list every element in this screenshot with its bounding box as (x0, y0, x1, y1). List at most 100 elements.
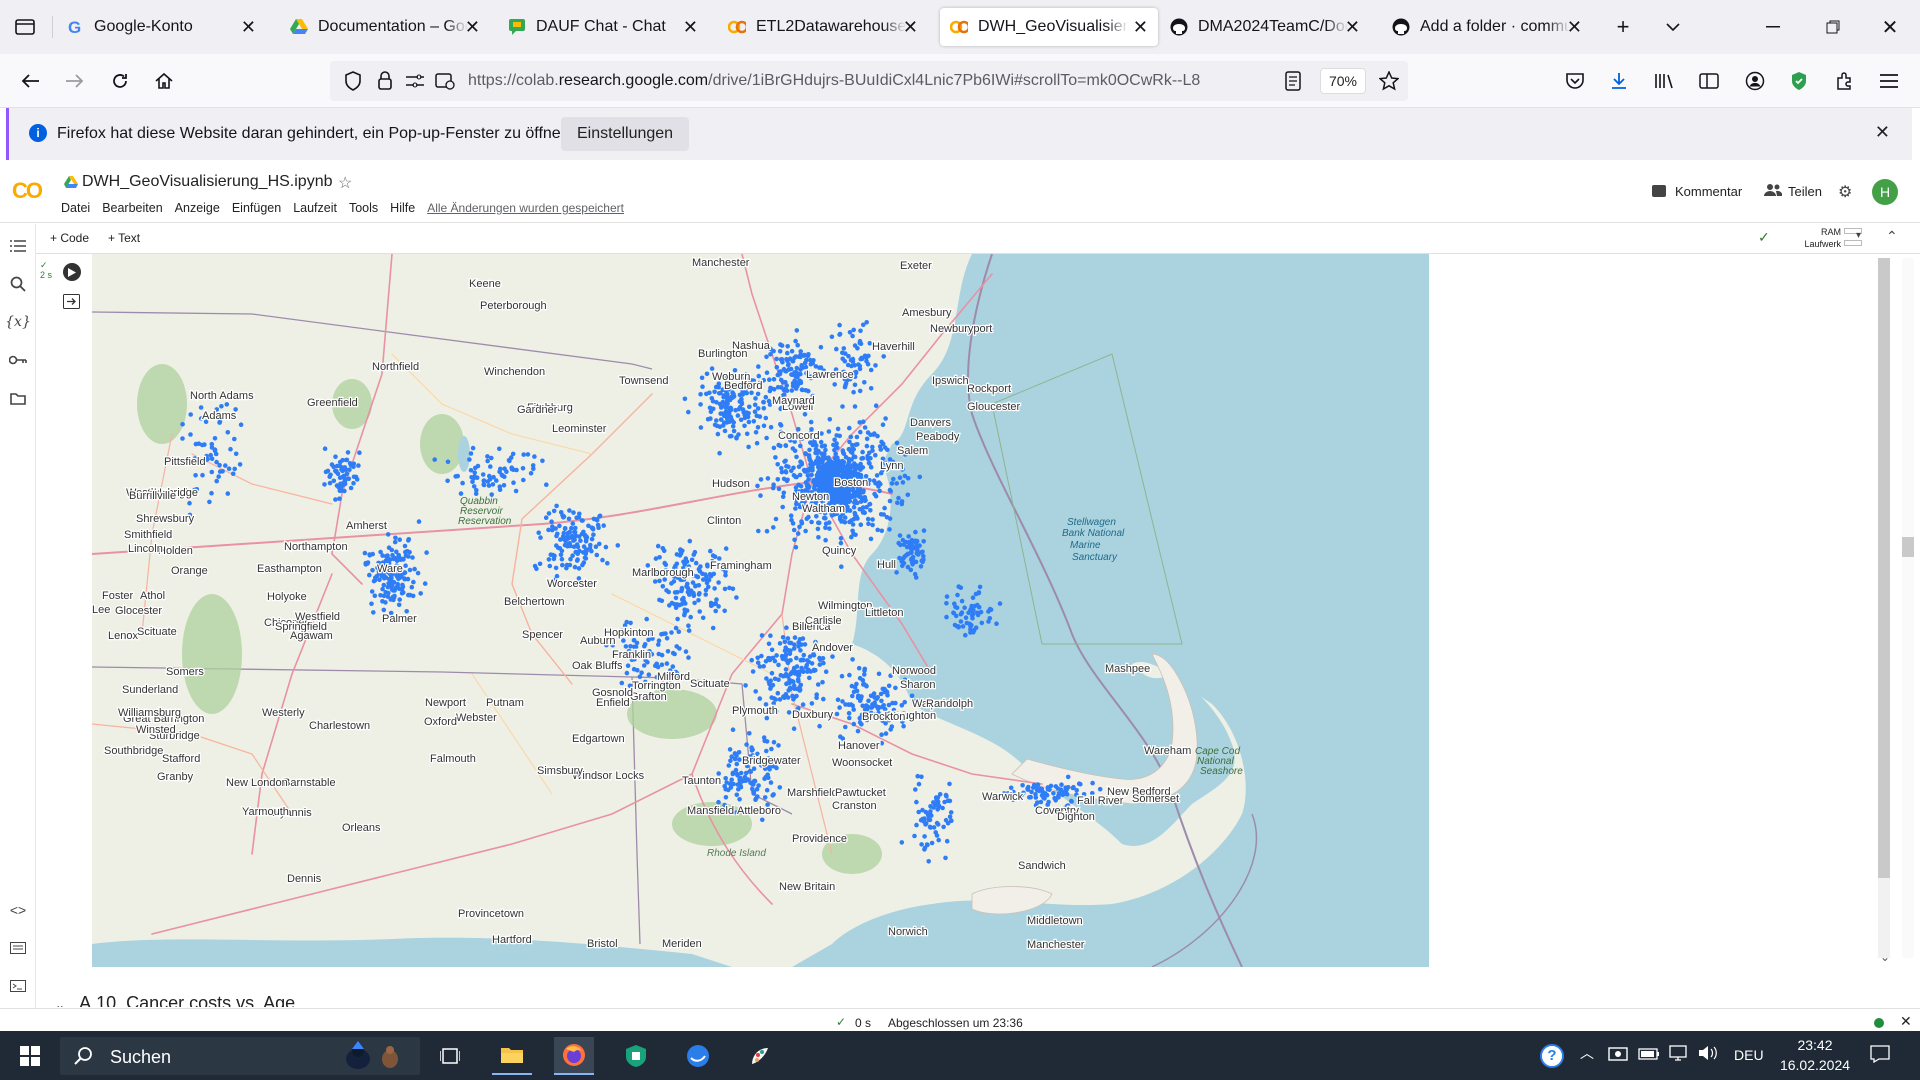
menu-anzeige[interactable]: Anzeige (175, 201, 220, 215)
data-point (746, 419, 752, 425)
download-icon[interactable] (1606, 68, 1632, 94)
account-icon[interactable] (1742, 68, 1768, 94)
minimize-window-icon[interactable] (1760, 14, 1786, 40)
permissions-icon[interactable] (402, 68, 428, 94)
close-tab-icon[interactable]: ✕ (241, 17, 256, 38)
forward-arrow-icon[interactable] (62, 68, 88, 94)
colab-logo[interactable]: CO (12, 178, 43, 204)
browser-tab[interactable]: DMA2024TeamC/Doc ✕ (1160, 8, 1370, 46)
shield-icon[interactable] (340, 68, 366, 94)
output-options-icon[interactable] (63, 294, 80, 312)
scroll-down-chevron-icon[interactable]: ⌄ (1880, 950, 1890, 964)
scrollbar-thumb[interactable] (1878, 258, 1890, 878)
volume-icon[interactable] (1698, 1045, 1718, 1064)
notebook-filename[interactable]: DWH_GeoVisualisierung_HS.ipynb (82, 173, 333, 191)
variables-icon[interactable]: {x} (5, 310, 31, 334)
run-cell-button[interactable] (63, 263, 81, 281)
saved-status-link[interactable]: Alle Änderungen wurden gespeichert (427, 201, 624, 215)
share-button[interactable]: Teilen (1788, 184, 1822, 199)
taskbar-search-box[interactable]: Suchen (60, 1037, 420, 1075)
browser-tab[interactable]: DWH_GeoVisualisierun ✕ (940, 8, 1158, 46)
reload-icon[interactable] (107, 68, 133, 94)
data-point (372, 593, 378, 599)
collapse-chevron-icon[interactable]: ⌃ (1886, 228, 1898, 245)
back-arrow-icon[interactable] (17, 68, 43, 94)
shield-app-icon[interactable] (616, 1037, 656, 1075)
browser-tab[interactable]: DAUF Chat - Chat ✕ (498, 8, 708, 46)
home-icon[interactable] (151, 68, 177, 94)
menu-einfuegen[interactable]: Einfügen (232, 201, 281, 215)
section-collapse-chevron-icon[interactable]: ⌄ (55, 998, 65, 1007)
close-tab-icon[interactable]: ✕ (683, 17, 698, 38)
resource-labels[interactable]: RAM Laufwerk (1796, 226, 1841, 250)
browser-tab[interactable]: ETL2Datawarehouse_N✕ (718, 8, 928, 46)
next-section-heading[interactable]: ⌄ A.10. Cancer costs vs. Age (55, 993, 295, 1007)
close-status-icon[interactable]: ✕ (1900, 1013, 1912, 1030)
restore-window-icon[interactable] (1820, 14, 1846, 40)
close-tab-icon[interactable]: ✕ (1567, 17, 1582, 38)
menu-datei[interactable]: Datei (61, 201, 90, 215)
close-tab-icon[interactable]: ✕ (465, 17, 480, 38)
sidebar-icon[interactable] (1696, 68, 1722, 94)
star-icon[interactable]: ☆ (338, 173, 352, 193)
extensions-puzzle-icon[interactable] (1832, 68, 1858, 94)
menu-laufzeit[interactable]: Laufzeit (293, 201, 337, 215)
browser-tab[interactable]: Add a folder · commu ✕ (1382, 8, 1592, 46)
library-icon[interactable] (1652, 68, 1678, 94)
runtime-dropdown-icon[interactable]: ▾ (1856, 230, 1861, 241)
reader-view-icon[interactable] (1280, 68, 1306, 94)
pocket-icon[interactable] (1562, 68, 1588, 94)
files-folder-icon[interactable] (6, 386, 30, 410)
terminal-icon[interactable] (6, 974, 30, 998)
close-tab-icon[interactable]: ✕ (903, 17, 918, 38)
show-hidden-icons-chevron-icon[interactable]: ︿ (1580, 1043, 1594, 1063)
battery-icon[interactable] (1638, 1047, 1660, 1063)
menu-tools[interactable]: Tools (349, 201, 378, 215)
extension-shield-icon[interactable] (1786, 68, 1812, 94)
bookmark-star-icon[interactable] (1376, 68, 1402, 94)
page-scrollbar[interactable] (1902, 258, 1914, 958)
paint-app-icon[interactable] (740, 1037, 780, 1075)
table-of-contents-icon[interactable] (6, 234, 30, 258)
close-tab-icon[interactable]: ✕ (1133, 17, 1148, 38)
task-view-icon[interactable] (430, 1037, 470, 1075)
add-text-button[interactable]: + Text (108, 231, 140, 245)
code-snippets-icon[interactable]: <> (6, 898, 30, 922)
language-indicator[interactable]: DEU (1734, 1047, 1764, 1063)
comment-button[interactable]: Kommentar (1675, 184, 1742, 199)
page-settings-icon[interactable] (432, 68, 458, 94)
geo-map-output[interactable]: Manchester Keene Peterborough Nashua Newbury… (92, 254, 1429, 967)
url-bar[interactable]: https://colab.research.google.com/drive/… (330, 61, 1408, 101)
help-icon[interactable]: ? (1540, 1044, 1564, 1068)
notification-center-icon[interactable] (1870, 1045, 1890, 1066)
lock-icon[interactable] (372, 68, 398, 94)
file-explorer-icon[interactable] (492, 1037, 532, 1075)
menu-hilfe[interactable]: Hilfe (390, 201, 415, 215)
close-tab-icon[interactable]: ✕ (1345, 17, 1360, 38)
tab-list-icon[interactable] (12, 14, 38, 40)
menu-bearbeiten[interactable]: Bearbeiten (102, 201, 162, 215)
app-blue-icon[interactable] (678, 1037, 718, 1075)
page-scrollbar-thumb[interactable] (1902, 537, 1914, 557)
avatar[interactable]: H (1872, 179, 1898, 205)
new-tab-button[interactable]: + (1610, 14, 1636, 40)
search-icon[interactable] (6, 272, 30, 296)
meet-now-icon[interactable] (1608, 1045, 1628, 1066)
notification-settings-button[interactable]: Einstellungen (561, 117, 690, 151)
network-icon[interactable] (1668, 1045, 1688, 1064)
add-code-button[interactable]: + Code (50, 231, 89, 245)
clock[interactable]: 23:42 16.02.2024 (1774, 1035, 1856, 1075)
browser-tab[interactable]: G Google-Konto ✕ (56, 8, 266, 46)
secrets-key-icon[interactable] (6, 348, 30, 372)
settings-gear-icon[interactable]: ⚙ (1838, 182, 1852, 202)
tab-overflow-chevron-icon[interactable] (1660, 14, 1686, 40)
close-notification-icon[interactable]: ✕ (1875, 122, 1890, 143)
url-text[interactable]: https://colab.research.google.com/drive/… (468, 72, 1268, 90)
windows-start-icon[interactable] (10, 1037, 50, 1075)
zoom-indicator[interactable]: 70% (1320, 68, 1366, 94)
browser-tab[interactable]: Documentation – Goo ✕ (280, 8, 490, 46)
firefox-icon[interactable] (554, 1037, 594, 1075)
app-menu-icon[interactable] (1876, 68, 1902, 94)
command-palette-icon[interactable] (6, 936, 30, 960)
close-window-icon[interactable]: ✕ (1877, 14, 1903, 40)
